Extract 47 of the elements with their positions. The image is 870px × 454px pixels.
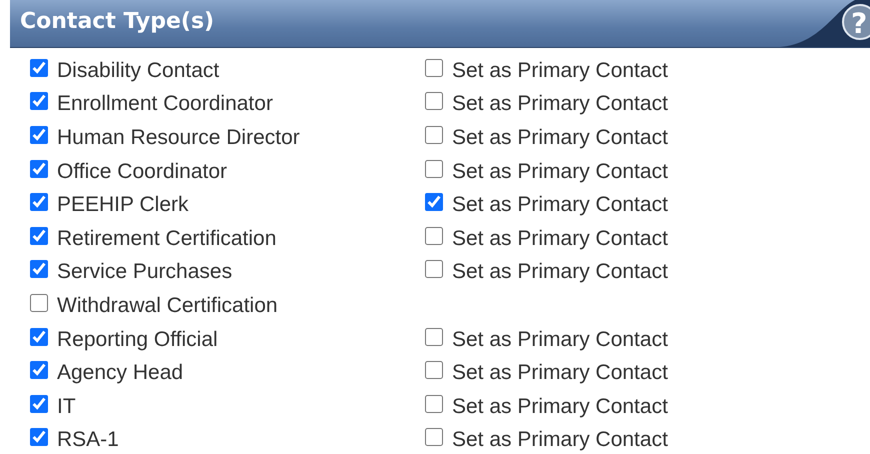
checkbox[interactable] [425,361,443,380]
checkbox[interactable] [30,260,48,278]
checkbox-label: Set as Primary Contact [452,361,668,386]
checkbox-label: Set as Primary Contact [452,92,668,116]
checkbox[interactable] [30,226,48,245]
checkbox[interactable] [30,294,48,312]
checkbox-label: Enrollment Coordinator [57,92,273,116]
checkbox-label: Service Purchases [57,260,232,284]
checkbox-label: RSA-1 [57,428,119,452]
checkbox-label: Set as Primary Contact [452,394,668,419]
checkbox-label: IT [57,394,76,419]
checkbox[interactable] [425,226,443,245]
checkbox-label: Set as Primary Contact [452,226,668,251]
checkbox[interactable] [425,260,443,278]
checkbox[interactable] [30,328,48,346]
checkbox[interactable] [425,428,443,446]
checkbox-label: Reporting Official [57,328,218,352]
checkbox[interactable] [425,92,443,110]
checkbox[interactable] [30,394,48,413]
checkbox-label: Set as Primary Contact [452,160,668,184]
checkbox[interactable] [425,126,443,144]
checkbox-label: Set as Primary Contact [452,328,668,352]
checkbox-label: PEEHIP Clerk [57,193,188,218]
checkbox-label: Set as Primary Contact [452,58,668,83]
checkbox-label: Human Resource Director [57,126,300,150]
panel-title: Contact Type(s) [20,9,214,34]
checkbox-label: Disability Contact [57,58,220,83]
checkbox[interactable] [30,193,48,212]
checkbox-label: Set as Primary Contact [452,260,668,284]
checkbox-label: Withdrawal Certification [57,294,278,318]
checkbox-label: Set as Primary Contact [452,193,668,218]
checkbox[interactable] [425,160,443,178]
checkbox-label: Retirement Certification [57,226,276,251]
checkbox[interactable] [425,328,443,346]
checkbox-label: Set as Primary Contact [452,428,668,452]
checkbox-label: Office Coordinator [57,160,228,184]
checkbox-label: Agency Head [57,361,184,386]
checkbox[interactable] [30,126,48,144]
checkbox[interactable] [30,58,48,77]
checkbox[interactable] [425,58,443,77]
checkbox[interactable] [425,394,443,413]
checkbox[interactable] [425,193,443,212]
checkbox-label: Set as Primary Contact [452,126,668,150]
checkbox[interactable] [30,428,48,446]
checkbox[interactable] [30,361,48,380]
checkbox[interactable] [30,160,48,178]
checkbox[interactable] [30,92,48,110]
